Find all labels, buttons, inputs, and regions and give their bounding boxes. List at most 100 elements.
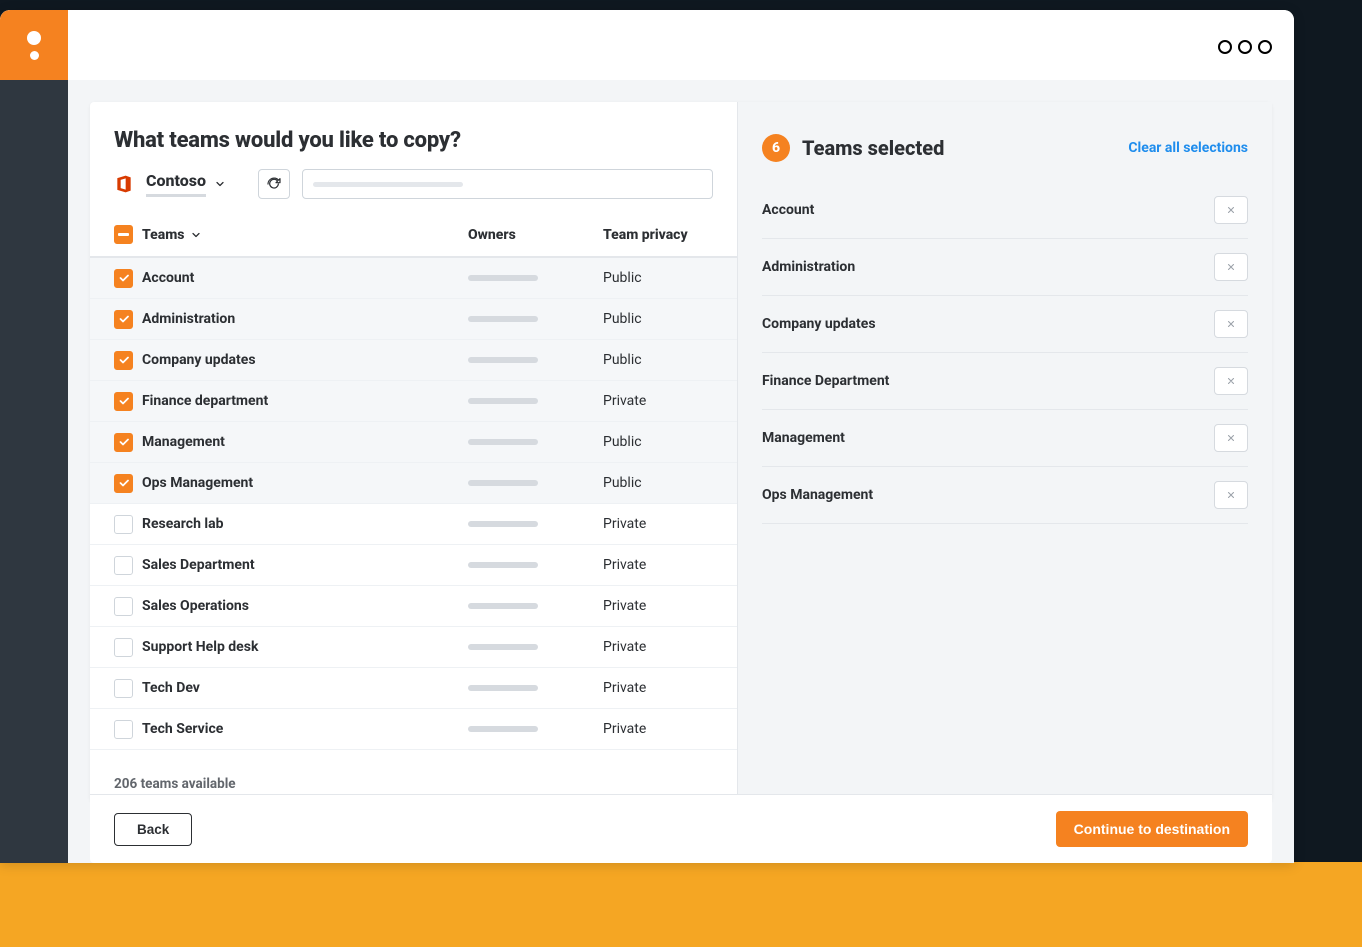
select-all-checkbox[interactable] (114, 225, 133, 244)
chevron-down-icon (214, 178, 226, 190)
column-teams[interactable]: Teams (142, 227, 468, 243)
team-name: Management (142, 434, 468, 450)
selection-title: Teams selected (802, 136, 1128, 160)
owners-cell (468, 480, 603, 486)
row-checkbox[interactable] (114, 679, 133, 698)
table-row[interactable]: Administration Public (90, 299, 737, 340)
close-icon (1226, 319, 1236, 329)
remove-button[interactable] (1214, 481, 1248, 509)
privacy-cell: Public (603, 352, 713, 368)
owners-cell (468, 685, 603, 691)
selected-count-badge: 6 (762, 134, 790, 162)
table-row[interactable]: Tech DevPrivate (90, 668, 737, 709)
privacy-cell: Private (603, 516, 713, 532)
search-input[interactable] (302, 169, 713, 199)
chevron-down-icon (190, 229, 202, 241)
selected-item-label: Company updates (762, 316, 876, 332)
window-controls (1218, 40, 1272, 54)
left-sidebar (0, 80, 68, 863)
column-privacy: Team privacy (603, 227, 713, 243)
privacy-cell: Private (603, 557, 713, 573)
row-checkbox[interactable] (114, 474, 133, 493)
owners-cell (468, 562, 603, 568)
remove-button[interactable] (1214, 424, 1248, 452)
back-button[interactable]: Back (114, 813, 192, 846)
table-row[interactable]: Finance departmentPrivate (90, 381, 737, 422)
remove-button[interactable] (1214, 310, 1248, 338)
close-icon (1226, 433, 1236, 443)
team-name: Account (142, 270, 468, 286)
owners-cell (468, 644, 603, 650)
close-icon (1226, 205, 1236, 215)
selected-item: Account (762, 182, 1248, 239)
table-row[interactable]: Research lab Private (90, 504, 737, 545)
privacy-cell: Public (603, 311, 713, 327)
row-checkbox[interactable] (114, 556, 133, 575)
team-name: Tech Dev (142, 680, 468, 696)
owners-cell (468, 316, 603, 322)
selected-item-label: Finance Department (762, 373, 889, 389)
privacy-cell: Public (603, 270, 713, 286)
remove-button[interactable] (1214, 367, 1248, 395)
row-checkbox[interactable] (114, 433, 133, 452)
close-icon (1226, 376, 1236, 386)
tenant-name: Contoso (146, 171, 206, 197)
main-panel: What teams would you like to copy? Conto… (90, 102, 1272, 802)
team-name: Company updates (142, 352, 468, 368)
privacy-cell: Public (603, 475, 713, 491)
selection-panel: 6 Teams selected Clear all selections Ac… (738, 102, 1272, 802)
row-checkbox[interactable] (114, 720, 133, 739)
window-control-dot (1218, 40, 1232, 54)
bottom-accent-bar (0, 862, 1362, 947)
remove-button[interactable] (1214, 253, 1248, 281)
continue-button[interactable]: Continue to destination (1056, 811, 1248, 847)
row-checkbox[interactable] (114, 269, 133, 288)
clear-all-link[interactable]: Clear all selections (1128, 140, 1248, 156)
team-name: Tech Service (142, 721, 468, 737)
team-name: Administration (142, 311, 468, 327)
selected-item-label: Administration (762, 259, 855, 275)
office-icon (114, 174, 134, 194)
table-row[interactable]: Company updates Public (90, 340, 737, 381)
row-checkbox[interactable] (114, 515, 133, 534)
owners-cell (468, 603, 603, 609)
close-icon (1226, 262, 1236, 272)
content-area: What teams would you like to copy? Conto… (68, 80, 1294, 863)
table-row[interactable]: Ops ManagementPublic (90, 463, 737, 504)
team-name: Sales Operations (142, 598, 468, 614)
table-row[interactable]: Tech Service Private (90, 709, 737, 750)
row-checkbox[interactable] (114, 392, 133, 411)
app-logo (0, 10, 68, 80)
row-checkbox[interactable] (114, 310, 133, 329)
privacy-cell: Private (603, 639, 713, 655)
refresh-icon (266, 176, 282, 192)
remove-button[interactable] (1214, 196, 1248, 224)
row-checkbox[interactable] (114, 351, 133, 370)
privacy-cell: Private (603, 721, 713, 737)
team-name: Support Help desk (142, 639, 468, 655)
window-control-dot (1238, 40, 1252, 54)
owners-cell (468, 439, 603, 445)
team-name: Research lab (142, 516, 468, 532)
window-control-dot (1258, 40, 1272, 54)
selected-item: Finance Department (762, 353, 1248, 410)
refresh-button[interactable] (258, 169, 290, 199)
owners-cell (468, 726, 603, 732)
page-title: What teams would you like to copy? (114, 128, 713, 153)
table-row[interactable]: ManagementPublic (90, 422, 737, 463)
footer: Back Continue to destination (90, 794, 1272, 863)
tenant-dropdown[interactable]: Contoso (146, 171, 226, 197)
search-placeholder (313, 182, 463, 187)
table-row[interactable]: Sales Operations Private (90, 586, 737, 627)
owners-cell (468, 357, 603, 363)
column-owners: Owners (468, 227, 603, 243)
row-checkbox[interactable] (114, 597, 133, 616)
selected-item: Ops Management (762, 467, 1248, 524)
team-name: Sales Department (142, 557, 468, 573)
close-icon (1226, 490, 1236, 500)
row-checkbox[interactable] (114, 638, 133, 657)
table-row[interactable]: Sales Department Private (90, 545, 737, 586)
privacy-cell: Private (603, 598, 713, 614)
table-row[interactable]: Account Public (90, 258, 737, 299)
table-row[interactable]: Support Help desk Private (90, 627, 737, 668)
